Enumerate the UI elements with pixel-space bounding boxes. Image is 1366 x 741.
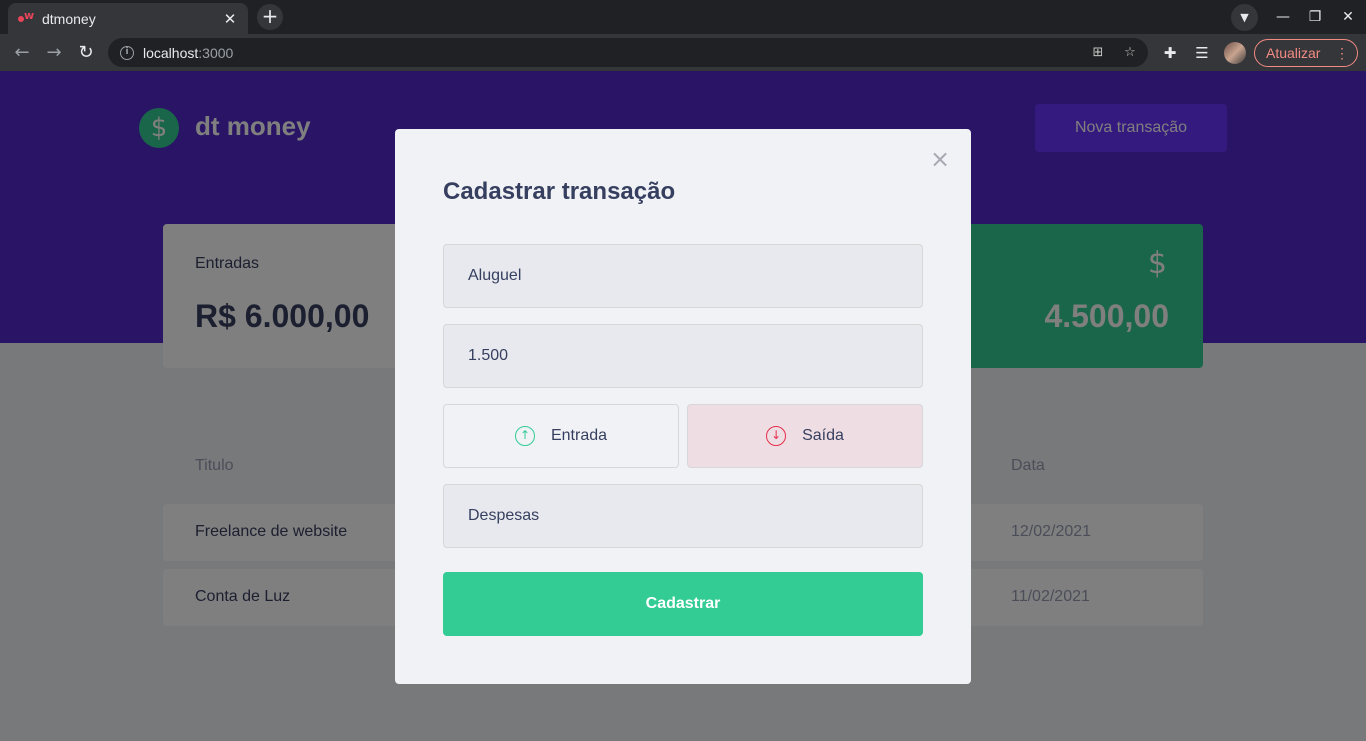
restore-icon[interactable]: ❐ (1303, 5, 1327, 29)
extensions-icon[interactable]: ✚ (1160, 43, 1180, 63)
category-input[interactable]: Despesas (443, 484, 923, 548)
menu-dots-icon: ⋮ (1335, 45, 1349, 61)
browser-tab[interactable]: dtmoney ✕ (8, 3, 248, 34)
forward-icon[interactable]: → (41, 40, 67, 66)
submit-button[interactable]: Cadastrar (443, 572, 923, 636)
favicon-icon (18, 9, 34, 24)
translate-icon[interactable]: ⊞ (1090, 45, 1106, 61)
url-port: :3000 (198, 44, 234, 61)
browser-tab-bar: dtmoney ✕ + ▼ — ❐ ✕ (0, 0, 1366, 34)
arrow-down-circle-icon: ↓ (766, 426, 787, 446)
type-income-button[interactable]: ↑ Entrada (443, 404, 679, 468)
address-bar[interactable]: i localhost:3000 ⊞ ☆ (108, 38, 1148, 67)
window-close-icon[interactable]: ✕ (1336, 5, 1360, 29)
profile-avatar[interactable] (1224, 42, 1246, 64)
modal-title: Cadastrar transação (443, 178, 676, 205)
bookmark-star-icon[interactable]: ☆ (1122, 45, 1138, 61)
amount-input[interactable]: 1.500 (443, 324, 923, 388)
type-income-label: Entrada (550, 427, 608, 444)
reload-icon[interactable]: ↻ (73, 40, 99, 66)
update-label: Atualizar (1266, 45, 1321, 61)
new-transaction-modal: × Cadastrar transação Aluguel 1.500 ↑ En… (395, 129, 971, 684)
update-button[interactable]: Atualizar ⋮ (1254, 39, 1358, 67)
type-outcome-label: Saída (802, 427, 844, 444)
tab-close-icon[interactable]: ✕ (222, 10, 238, 28)
media-controls-icon[interactable]: ☰ (1192, 43, 1212, 63)
new-tab-button[interactable]: + (257, 4, 283, 30)
page: $ dt money Nova transação Entradas R$ 6.… (0, 71, 1366, 741)
tab-title: dtmoney (42, 10, 96, 27)
site-info-icon[interactable]: i (120, 45, 134, 60)
arrow-up-circle-icon: ↑ (514, 426, 535, 446)
url-host: localhost (143, 44, 199, 61)
tab-search-icon[interactable]: ▼ (1231, 4, 1258, 31)
browser-toolbar: ← → ↻ i localhost:3000 ⊞ ☆ ✚ ☰ Atualizar… (0, 34, 1366, 71)
minimize-icon[interactable]: — (1271, 5, 1295, 29)
back-icon[interactable]: ← (9, 40, 35, 66)
title-input[interactable]: Aluguel (443, 244, 923, 308)
close-icon[interactable]: × (930, 147, 950, 171)
type-outcome-button[interactable]: ↓ Saída (687, 404, 923, 468)
